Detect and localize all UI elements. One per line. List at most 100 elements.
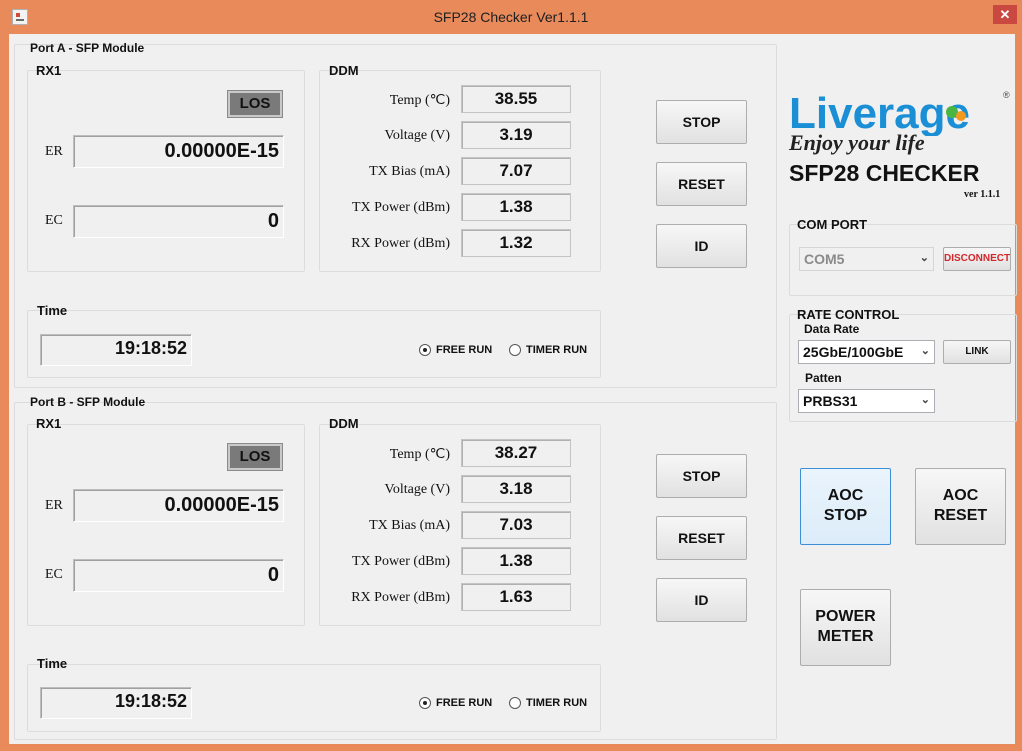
brand-wordmark: Liverage [789,89,970,136]
rate-control-label: RATE CONTROL [797,307,900,322]
port-b-ddm-field-3: 1.38 [461,547,571,575]
port-a-ddm-field-3: 1.38 [461,193,571,221]
data-rate-label: Data Rate [804,322,860,336]
port-a-ddm-field-2: 7.07 [461,157,571,185]
port-a-ddm-field-4: 1.32 [461,229,571,257]
port-b-ddm-label-3: TX Power (dBm) [352,554,450,569]
port-b-timer-run-label[interactable]: TIMER RUN [526,697,587,709]
port-b-free-run-label[interactable]: FREE RUN [436,697,492,709]
window-bottom-border [0,744,1022,751]
port-b-los-indicator: LOS [227,443,283,471]
port-b-id-button[interactable]: ID [656,578,747,622]
com-port-select[interactable]: COM5 ⌄ [799,247,934,271]
port-a-ddm-value-2: 7.07 [499,161,533,180]
data-rate-select[interactable]: 25GbE/100GbE ⌄ [798,340,935,364]
port-b-reset-button[interactable]: RESET [656,516,747,560]
close-button[interactable]: ✕ [993,5,1017,24]
port-a-free-run-label[interactable]: FREE RUN [436,344,492,356]
port-b-ddm-field-4: 1.63 [461,583,571,611]
port-a-timer-run-label[interactable]: TIMER RUN [526,344,587,356]
port-a-los-indicator: LOS [227,90,283,118]
port-a-stop-button[interactable]: STOP [656,100,747,144]
pattern-selected: PRBS31 [803,393,858,409]
port-a-ddm-value-4: 1.32 [499,233,533,252]
port-b-time-label: Time [37,656,68,671]
aoc-reset-line1: AOC [942,487,979,504]
port-b-er-label: ER [45,498,63,513]
port-a-time-label: Time [37,303,68,318]
chevron-down-icon: ⌄ [919,252,929,264]
port-a-label: Port A - SFP Module [30,41,145,55]
port-b-stop-button[interactable]: STOP [656,454,747,498]
port-a-ec-field: 0 [73,205,284,238]
port-a-timer-run-radio[interactable] [509,344,521,356]
port-b-ddm-field-1: 3.18 [461,475,571,503]
link-button[interactable]: LINK [943,340,1011,364]
port-b-ddm-label: DDM [329,416,359,431]
port-b-ddm-value-1: 3.18 [499,479,533,498]
port-b-ddm-field-2: 7.03 [461,511,571,539]
port-b-timer-run-radio[interactable] [509,697,521,709]
aoc-stop-button[interactable]: AOC STOP [800,468,891,545]
brand-tagline: Enjoy your life [789,130,925,155]
port-a-ddm-label-1: Voltage (V) [384,128,450,143]
port-a-ddm-value-3: 1.38 [499,197,533,216]
port-a-er-field: 0.00000E-15 [73,135,284,168]
port-b-ddm-value-0: 38.27 [494,443,538,462]
port-a-reset-button[interactable]: RESET [656,162,747,206]
port-a-ddm-label-4: RX Power (dBm) [351,236,450,251]
product-version: ver 1.1.1 [964,189,1001,200]
port-a-ddm-field-1: 3.19 [461,121,571,149]
port-a-id-button[interactable]: ID [656,224,747,268]
port-b-time-field: 19:18:52 [40,687,192,719]
port-b-ddm-value-4: 1.63 [499,587,533,606]
power-meter-line1: POWER [815,608,876,625]
com-port-selected: COM5 [804,251,845,267]
port-a-ec-label: EC [45,213,63,228]
registered-mark: ® [1003,90,1010,100]
port-a-time-value: 19:18:52 [114,338,187,358]
data-rate-selected: 25GbE/100GbE [803,344,904,360]
port-b-ddm-label-4: RX Power (dBm) [351,590,450,605]
disconnect-button[interactable]: DISCONNECT [943,247,1011,271]
chevron-down-icon: ⌄ [920,345,930,357]
port-a-rx1-label: RX1 [36,63,62,78]
pattern-label: Patten [805,371,842,385]
aoc-reset-button[interactable]: AOC RESET [915,468,1006,545]
port-b-ddm-label-1: Voltage (V) [384,482,450,497]
port-a-free-run-radio[interactable] [419,344,431,356]
logo-orange-dot [956,111,966,121]
port-a-ddm-value-0: 38.55 [494,89,538,108]
main-window: Port A - SFP Module RX1 LOS ER 0.00000E-… [9,34,1017,744]
brand-logo: Liverage [787,86,1015,138]
aoc-stop-line2: STOP [823,507,868,524]
port-b-ec-label: EC [45,567,63,582]
aoc-stop-line1: AOC [827,487,864,504]
port-a-ddm-label-2: TX Bias (mA) [369,164,450,179]
port-b-ddm-field-0: 38.27 [461,439,571,467]
com-port-label: COM PORT [797,217,868,232]
port-a-ddm-field-0: 38.55 [461,85,571,113]
port-a-ddm-value-1: 3.19 [499,125,533,144]
port-a-ddm-label: DDM [329,63,359,78]
power-meter-line2: METER [817,628,874,645]
port-b-ddm-value-2: 7.03 [499,515,533,534]
port-b-er-field: 0.00000E-15 [73,489,284,522]
port-b-ddm-value-3: 1.38 [499,551,533,570]
liverage-logo-icon: Liverage [789,89,970,138]
port-b-rx1-label: RX1 [36,416,62,431]
pattern-select[interactable]: PRBS31 ⌄ [798,389,935,413]
port-b-ddm-label-2: TX Bias (mA) [369,518,450,533]
port-b-free-run-radio[interactable] [419,697,431,709]
power-meter-button[interactable]: POWER METER [800,589,891,666]
port-b-time-value: 19:18:52 [114,691,187,711]
port-b-ec-field: 0 [73,559,284,592]
aoc-reset-line2: RESET [933,507,988,524]
product-title: SFP28 CHECKER [789,160,980,186]
port-a-ec-value: 0 [267,210,279,232]
port-a-time-field: 19:18:52 [40,334,192,366]
chevron-down-icon: ⌄ [920,394,930,406]
port-b-ddm-label-0: Temp (℃) [389,447,450,462]
window-title: SFP28 Checker Ver1.1.1 [433,9,589,25]
port-a-er-value: 0.00000E-15 [164,140,279,162]
